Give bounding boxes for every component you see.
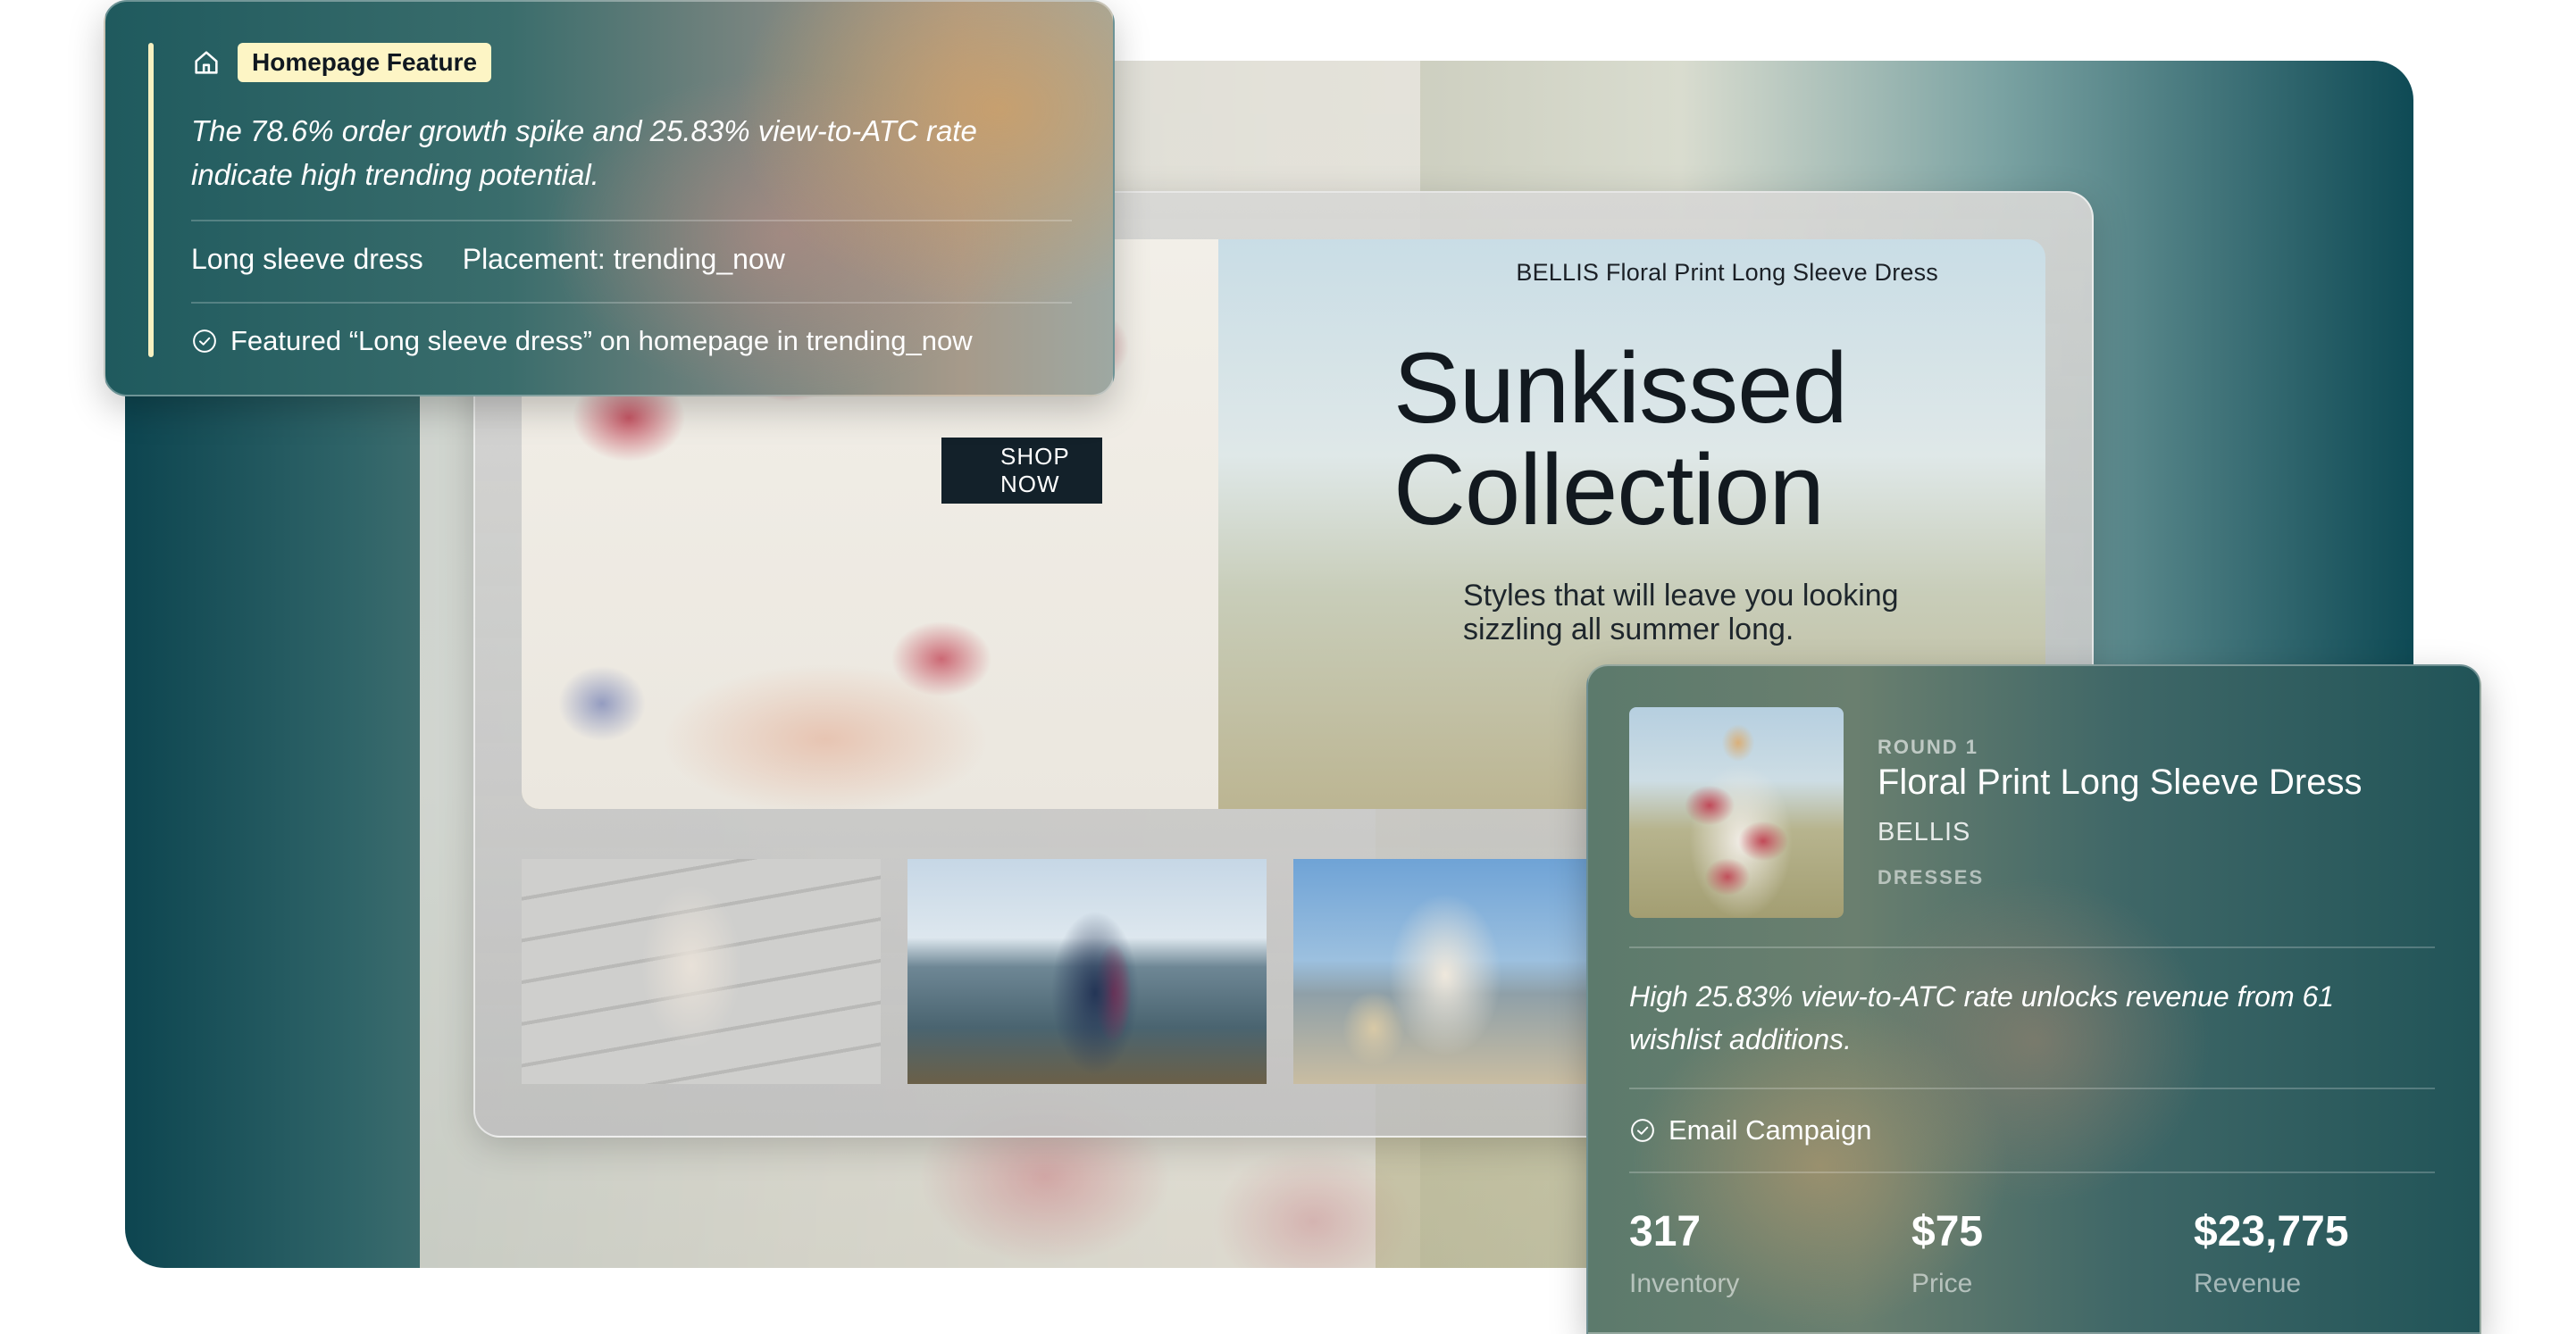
stat-value: $23,775: [2194, 1208, 2349, 1255]
banner-headline: Sunkissed Collection: [1388, 338, 1929, 541]
product-image: [1629, 707, 1844, 918]
product-divider: [1629, 1088, 2435, 1089]
product-action-label: Email Campaign: [1669, 1114, 1872, 1146]
feature-accent-bar: [148, 43, 154, 357]
stat-value: $75: [1911, 1208, 1984, 1255]
feature-product-type: Long sleeve dress: [191, 243, 423, 275]
product-category: DRESSES: [1878, 866, 1985, 888]
product-brand: BELLIS: [1878, 818, 1971, 846]
stat-value: 317: [1629, 1208, 1702, 1255]
product-title: Floral Print Long Sleeve Dress: [1878, 763, 2363, 802]
check-circle-icon: [193, 329, 216, 353]
product-divider: [1629, 946, 2435, 948]
feature-placement: Placement: trending_now: [462, 243, 785, 275]
product-card: ROUND 1 Floral Print Long Sleeve Dress B…: [1586, 664, 2481, 1334]
feature-status-text: Featured “Long sleeve dress” on homepage…: [230, 325, 973, 356]
thumbnail-1[interactable]: [522, 859, 881, 1084]
home-icon: [195, 51, 218, 74]
homepage-feature-card: Homepage Feature The 78.6% order growth …: [104, 0, 1115, 396]
headline-line-1: Sunkissed: [1393, 332, 1848, 444]
shop-now-label: SHOP NOW: [1000, 443, 1070, 497]
stat-revenue: $23,775 Revenue: [2194, 1207, 2349, 1299]
feature-divider: [191, 220, 1072, 221]
product-action: Email Campaign: [1629, 1114, 1871, 1146]
banner-product-name: BELLIS Floral Print Long Sleeve Dress: [1516, 259, 1938, 286]
banner-subtitle: Styles that will leave you looking sizzl…: [1463, 579, 1899, 646]
feature-meta: Long sleeve dress Placement: trending_no…: [191, 243, 785, 276]
product-round: ROUND 1: [1878, 736, 1979, 758]
feature-header: Homepage Feature: [191, 43, 492, 82]
stat-label: Inventory: [1629, 1269, 1740, 1298]
feature-status: Featured “Long sleeve dress” on homepage…: [191, 325, 973, 357]
thumbnail-2[interactable]: [907, 859, 1267, 1084]
product-insight: High 25.83% view-to-ATC rate unlocks rev…: [1629, 980, 2335, 1055]
stat-price: $75 Price: [1911, 1207, 1983, 1299]
feature-divider: [191, 302, 1072, 304]
shop-now-button[interactable]: SHOP NOW: [941, 438, 1102, 504]
feature-insight: The 78.6% order growth spike and 25.83% …: [191, 114, 977, 191]
product-divider: [1629, 1171, 2435, 1173]
stat-label: Revenue: [2194, 1269, 2302, 1298]
stat-inventory: 317 Inventory: [1629, 1207, 1739, 1299]
stat-label: Price: [1911, 1269, 1973, 1298]
feature-tag: Homepage Feature: [238, 43, 492, 82]
headline-line-2: Collection: [1393, 434, 1825, 546]
check-circle-icon: [1631, 1119, 1654, 1142]
